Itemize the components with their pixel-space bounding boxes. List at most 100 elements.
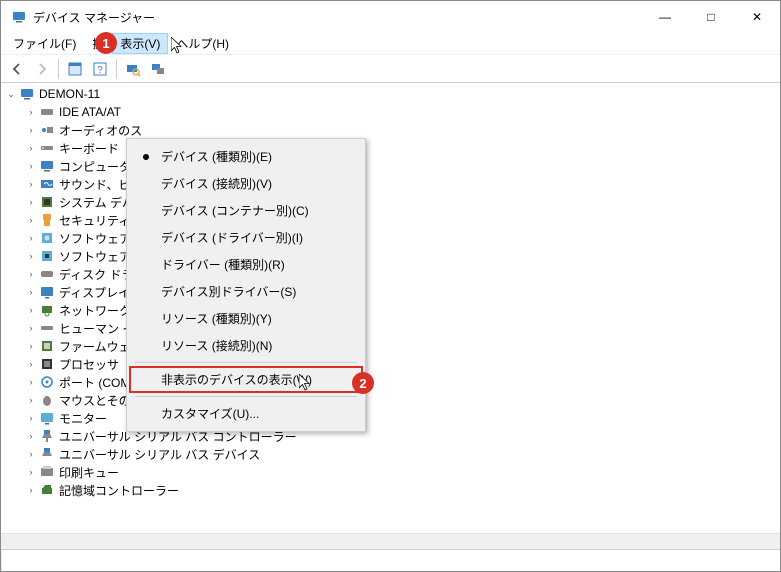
chevron-right-icon[interactable]: › <box>25 286 37 298</box>
chevron-right-icon[interactable]: › <box>25 394 37 406</box>
device-tree[interactable]: ⌄ DEMON-11 › IDE ATA/AT › オーディオのス › キーボー… <box>1 83 780 533</box>
device-category-icon <box>39 374 55 390</box>
device-category-icon <box>39 230 55 246</box>
tree-node-label: ユニバーサル シリアル バス デバイス <box>59 446 260 463</box>
menu-separator <box>135 362 357 363</box>
titlebar: デバイス マネージャー — □ ✕ <box>1 1 780 33</box>
device-category-icon <box>39 104 55 120</box>
tree-node[interactable]: › 記憶域コントローラー <box>25 481 776 499</box>
menu-separator <box>135 396 357 397</box>
tree-node-label: モニター <box>59 410 107 427</box>
content-area: ⌄ DEMON-11 › IDE ATA/AT › オーディオのス › キーボー… <box>1 83 780 533</box>
menu-drivers-by-type[interactable]: ドライバー (種類別)(R) <box>129 251 363 278</box>
help-button[interactable]: ? <box>88 57 112 81</box>
menu-resources-by-connection[interactable]: リソース (接続別)(N) <box>129 332 363 359</box>
forward-button[interactable] <box>30 57 54 81</box>
tree-node-label: システム デバ <box>59 194 134 211</box>
chevron-right-icon[interactable]: › <box>25 412 37 424</box>
device-category-icon <box>39 338 55 354</box>
chevron-right-icon[interactable]: › <box>25 160 37 172</box>
chevron-right-icon[interactable]: › <box>25 448 37 460</box>
callout-1-badge: 1 <box>95 32 117 54</box>
tree-node-label: 記憶域コントローラー <box>59 482 179 499</box>
chevron-right-icon[interactable]: › <box>25 178 37 190</box>
chevron-right-icon[interactable]: › <box>25 376 37 388</box>
scan-button[interactable] <box>121 57 145 81</box>
tree-node-label: キーボード <box>59 140 119 157</box>
chevron-right-icon[interactable]: › <box>25 232 37 244</box>
device-category-icon <box>39 302 55 318</box>
device-category-icon <box>39 356 55 372</box>
computer-icon <box>19 86 35 102</box>
menu-resources-by-type[interactable]: リソース (種類別)(Y) <box>129 305 363 332</box>
device-category-icon <box>39 248 55 264</box>
chevron-right-icon[interactable]: › <box>25 214 37 226</box>
chevron-right-icon[interactable]: › <box>25 106 37 118</box>
menu-help[interactable]: ヘルプ(H) <box>168 33 237 54</box>
tree-node-label: オーディオのス <box>59 122 142 139</box>
menu-show-hidden-devices[interactable]: 非表示のデバイスの表示(W) 2 <box>129 366 363 393</box>
bullet-icon <box>143 154 149 160</box>
device-category-icon <box>39 320 55 336</box>
chevron-right-icon[interactable]: › <box>25 250 37 262</box>
chevron-right-icon[interactable]: › <box>25 124 37 136</box>
device-category-icon <box>39 158 55 174</box>
chevron-right-icon[interactable]: › <box>25 430 37 442</box>
tree-node-label: プロセッサ <box>59 356 119 373</box>
device-category-icon <box>39 284 55 300</box>
device-category-icon <box>39 482 55 498</box>
chevron-right-icon[interactable]: › <box>25 268 37 280</box>
statusbar <box>1 549 780 571</box>
callout-2-badge: 2 <box>352 372 374 394</box>
chevron-right-icon[interactable]: › <box>25 358 37 370</box>
chevron-right-icon[interactable]: › <box>25 466 37 478</box>
toolbar-separator <box>116 59 117 79</box>
menu-devices-by-connection[interactable]: デバイス (接続別)(V) <box>129 170 363 197</box>
device-category-icon <box>39 446 55 462</box>
chevron-right-icon[interactable]: › <box>25 340 37 352</box>
menu-devices-by-type[interactable]: デバイス (種類別)(E) <box>129 143 363 170</box>
tree-root-node[interactable]: ⌄ DEMON-11 <box>5 85 776 103</box>
toolbar-separator <box>58 59 59 79</box>
device-category-icon <box>39 410 55 426</box>
properties-button[interactable] <box>63 57 87 81</box>
device-category-icon <box>39 464 55 480</box>
horizontal-scrollbar[interactable] <box>1 533 780 549</box>
window-title: デバイス マネージャー <box>33 9 155 26</box>
device-category-icon <box>39 176 55 192</box>
chevron-right-icon[interactable]: › <box>25 196 37 208</box>
chevron-right-icon[interactable]: › <box>25 142 37 154</box>
device-manager-window: デバイス マネージャー — □ ✕ ファイル(F) 操 1 表示(V) ヘルプ(… <box>0 0 781 572</box>
menubar: ファイル(F) 操 1 表示(V) ヘルプ(H) <box>1 33 780 55</box>
chevron-right-icon[interactable]: › <box>25 304 37 316</box>
menu-file[interactable]: ファイル(F) <box>5 33 84 54</box>
maximize-button[interactable]: □ <box>688 1 734 33</box>
tree-node[interactable]: › オーディオのス <box>25 121 776 139</box>
device-category-icon <box>39 122 55 138</box>
menu-devices-by-container[interactable]: デバイス (コンテナー別)(C) <box>129 197 363 224</box>
svg-text:?: ? <box>97 65 103 76</box>
device-category-icon <box>39 212 55 228</box>
close-button[interactable]: ✕ <box>734 1 780 33</box>
menu-drivers-by-device[interactable]: デバイス別ドライバー(S) <box>129 278 363 305</box>
devices-button[interactable] <box>146 57 170 81</box>
view-menu-dropdown: デバイス (種類別)(E) デバイス (接続別)(V) デバイス (コンテナー別… <box>126 138 366 432</box>
tree-node[interactable]: › IDE ATA/AT <box>25 103 776 121</box>
computer-icon <box>11 9 27 25</box>
tree-node[interactable]: › 印刷キュー <box>25 463 776 481</box>
back-button[interactable] <box>5 57 29 81</box>
chevron-right-icon[interactable]: › <box>25 484 37 496</box>
minimize-button[interactable]: — <box>642 1 688 33</box>
toolbar: ? <box>1 55 780 83</box>
tree-node-label: 印刷キュー <box>59 464 119 481</box>
device-category-icon <box>39 194 55 210</box>
menu-view[interactable]: 表示(V) <box>112 33 168 54</box>
system-buttons: — □ ✕ <box>642 1 780 33</box>
tree-root-label: DEMON-11 <box>39 87 100 101</box>
chevron-down-icon[interactable]: ⌄ <box>5 88 17 100</box>
tree-node[interactable]: › ユニバーサル シリアル バス デバイス <box>25 445 776 463</box>
menu-devices-by-driver[interactable]: デバイス (ドライバー別)(I) <box>129 224 363 251</box>
device-category-icon <box>39 140 55 156</box>
chevron-right-icon[interactable]: › <box>25 322 37 334</box>
menu-customize[interactable]: カスタマイズ(U)... <box>129 400 363 427</box>
